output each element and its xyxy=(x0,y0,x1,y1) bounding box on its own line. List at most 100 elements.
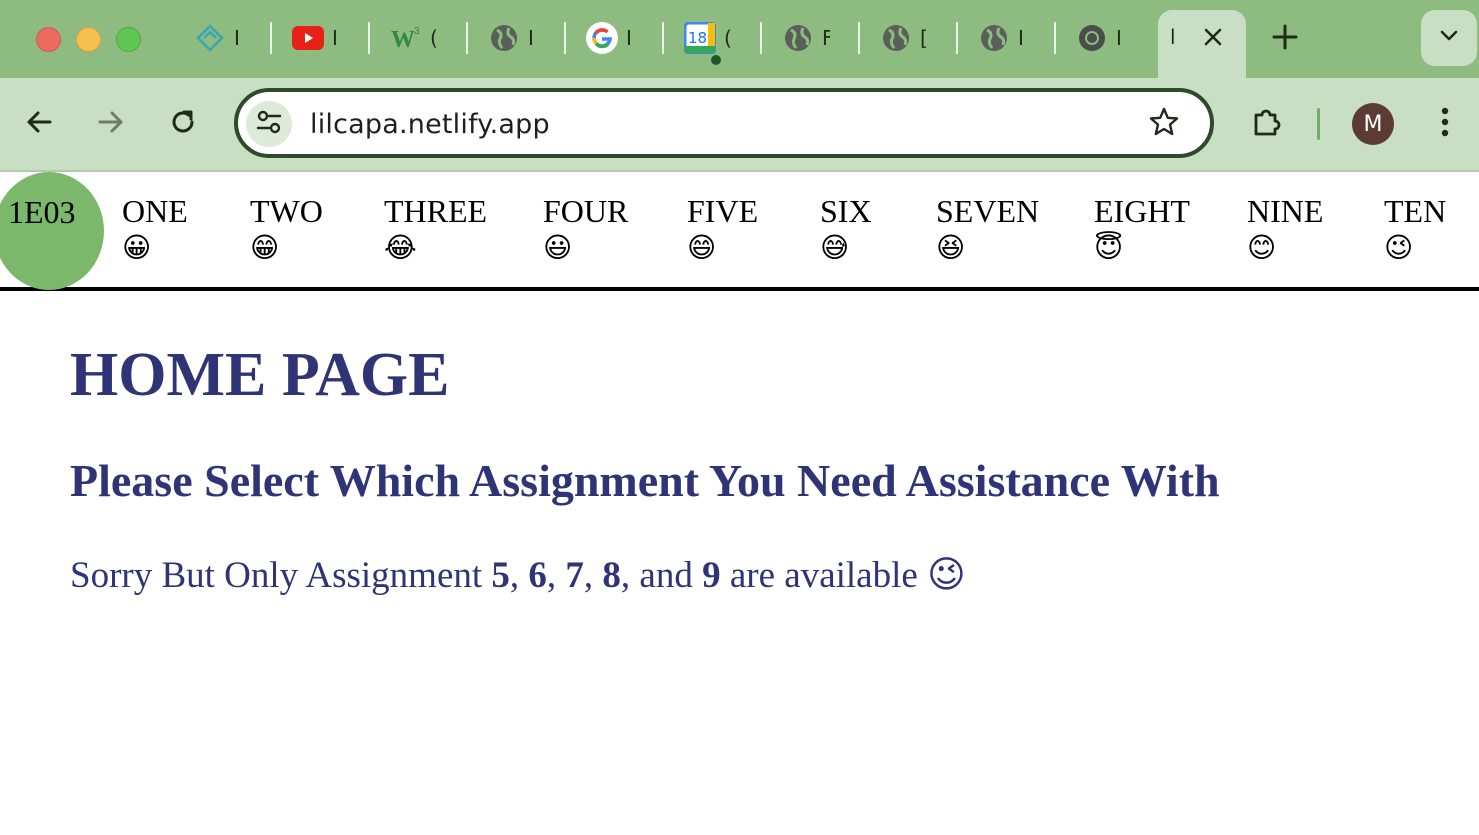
calendar-day: 18 xyxy=(688,29,708,47)
assignment-number: 8 xyxy=(602,555,621,596)
tab-search-button[interactable] xyxy=(1421,10,1477,66)
grinning-face-icon: 😀 xyxy=(122,231,152,264)
smile-face-icon: 😄 xyxy=(687,231,717,264)
window-maximize-button[interactable] xyxy=(116,27,141,52)
tab-separator xyxy=(564,22,566,54)
google-icon xyxy=(586,22,618,54)
nav-link-one[interactable]: ONE 😀 xyxy=(122,194,188,268)
nav-label: NINE xyxy=(1247,193,1324,229)
window-close-button[interactable] xyxy=(36,27,61,52)
tears-of-joy-icon: 😂 xyxy=(384,231,417,264)
browser-tab[interactable]: I xyxy=(978,16,1026,60)
back-button[interactable] xyxy=(17,102,61,146)
chevron-down-icon xyxy=(1439,29,1459,48)
browser-tab[interactable]: I xyxy=(1076,16,1124,60)
browser-tab[interactable]: [ xyxy=(880,16,928,60)
url-text[interactable]: lilcapa.netlify.app xyxy=(310,109,550,140)
tab-strip: I I W3 ( I I 18 (F [I I l xyxy=(0,0,1479,78)
browser-tab[interactable]: I xyxy=(586,16,634,60)
blush-face-icon: 😊 xyxy=(1247,231,1277,264)
star-icon xyxy=(1148,106,1180,143)
browser-tab[interactable]: I xyxy=(488,16,536,60)
tab-title: I xyxy=(234,26,240,50)
tab-title: I xyxy=(528,26,534,50)
close-tab-icon[interactable] xyxy=(1200,24,1226,50)
tab-separator xyxy=(368,22,370,54)
netlify-icon xyxy=(194,22,226,54)
svg-text:3: 3 xyxy=(414,26,420,37)
tab-title: F xyxy=(822,26,830,50)
nav-link-six[interactable]: SIX 😅 xyxy=(820,194,872,268)
globe-icon xyxy=(978,22,1010,54)
page-title: HOME PAGE xyxy=(70,341,450,409)
browser-tab[interactable]: W3 ( xyxy=(390,16,438,60)
address-bar[interactable]: lilcapa.netlify.app xyxy=(234,88,1214,158)
browser-tab[interactable]: I xyxy=(292,16,340,60)
globe-icon xyxy=(488,22,520,54)
globe-icon xyxy=(880,22,912,54)
assignment-number: 6 xyxy=(528,555,547,596)
nav-link-four[interactable]: FOUR 😃 xyxy=(543,194,628,268)
plus-icon xyxy=(1272,24,1298,55)
extensions-button[interactable] xyxy=(1245,102,1289,146)
logo-text: 1E03 xyxy=(8,194,76,230)
nav-link-ten[interactable]: TEN 😉 xyxy=(1384,194,1446,268)
nav-label: SIX xyxy=(820,193,872,229)
arrow-left-icon xyxy=(25,108,53,141)
svg-text:W: W xyxy=(391,27,415,52)
tab-title: I xyxy=(1116,26,1122,50)
nav-link-two[interactable]: TWO 😁 xyxy=(250,194,323,268)
tab-title: I xyxy=(626,26,632,50)
browser-tab[interactable]: 18 ( xyxy=(684,16,732,65)
nav-label: SEVEN xyxy=(936,193,1040,229)
window-minimize-button[interactable] xyxy=(76,27,101,52)
notice-prefix: Sorry But Only Assignment xyxy=(70,555,492,596)
browser-tab[interactable]: F xyxy=(782,16,830,60)
nav-link-seven[interactable]: SEVEN 😆 xyxy=(936,194,1039,268)
nav-link-nine[interactable]: NINE 😊 xyxy=(1247,194,1323,268)
new-tab-button[interactable] xyxy=(1266,20,1304,58)
nav-label: TEN xyxy=(1384,193,1447,229)
bookmark-button[interactable] xyxy=(1146,106,1182,142)
web-page: 1E03 ONE 😀 TWO 😁 THREE 😂 FOUR 😃 FIVE 😄 S… xyxy=(0,172,1479,835)
tab-title: I xyxy=(1018,26,1024,50)
tab-separator xyxy=(760,22,762,54)
tab-title: [ xyxy=(920,26,928,50)
reload-button[interactable] xyxy=(161,102,205,146)
tab-title: l xyxy=(1170,25,1176,49)
site-logo[interactable]: 1E03 xyxy=(0,172,104,290)
nav-link-five[interactable]: FIVE 😄 xyxy=(687,194,758,268)
tab-separator xyxy=(662,22,664,54)
profile-avatar[interactable]: M xyxy=(1352,103,1394,145)
reload-icon xyxy=(169,108,197,141)
active-tab[interactable]: l xyxy=(1158,10,1246,78)
forward-button[interactable] xyxy=(89,102,133,146)
nav-link-three[interactable]: THREE 😂 xyxy=(384,194,487,268)
tab-separator xyxy=(270,22,272,54)
nav-label: EIGHT xyxy=(1094,193,1190,229)
site-info-button[interactable] xyxy=(246,101,292,147)
tab-title: ( xyxy=(430,26,438,50)
toolbar-divider xyxy=(1317,108,1320,140)
laughing-face-icon: 😆 xyxy=(936,231,966,264)
menu-button[interactable] xyxy=(1423,102,1467,146)
calendar-icon: 18 xyxy=(684,22,721,65)
browser-toolbar: lilcapa.netlify.app M xyxy=(0,78,1479,170)
arrow-right-icon xyxy=(97,108,125,141)
tab-separator xyxy=(1054,22,1056,54)
nav-link-eight[interactable]: EIGHT 😇 xyxy=(1094,194,1190,268)
beaming-face-icon: 😁 xyxy=(250,231,280,264)
halo-face-icon: 😇 xyxy=(1094,231,1124,264)
smiley-face-icon: 😃 xyxy=(543,231,573,264)
w3schools-icon: W3 xyxy=(390,22,422,54)
kebab-menu-icon xyxy=(1441,107,1449,142)
youtube-icon xyxy=(292,22,324,54)
nav-label: FIVE xyxy=(687,193,759,229)
browser-tab[interactable]: I xyxy=(194,16,242,60)
notice-separator: , xyxy=(583,555,603,596)
notice-separator: , xyxy=(509,555,529,596)
tab-separator xyxy=(956,22,958,54)
tab-activity-dot xyxy=(711,55,721,65)
chrome-icon xyxy=(1076,22,1108,54)
assignment-number: 5 xyxy=(491,555,510,596)
